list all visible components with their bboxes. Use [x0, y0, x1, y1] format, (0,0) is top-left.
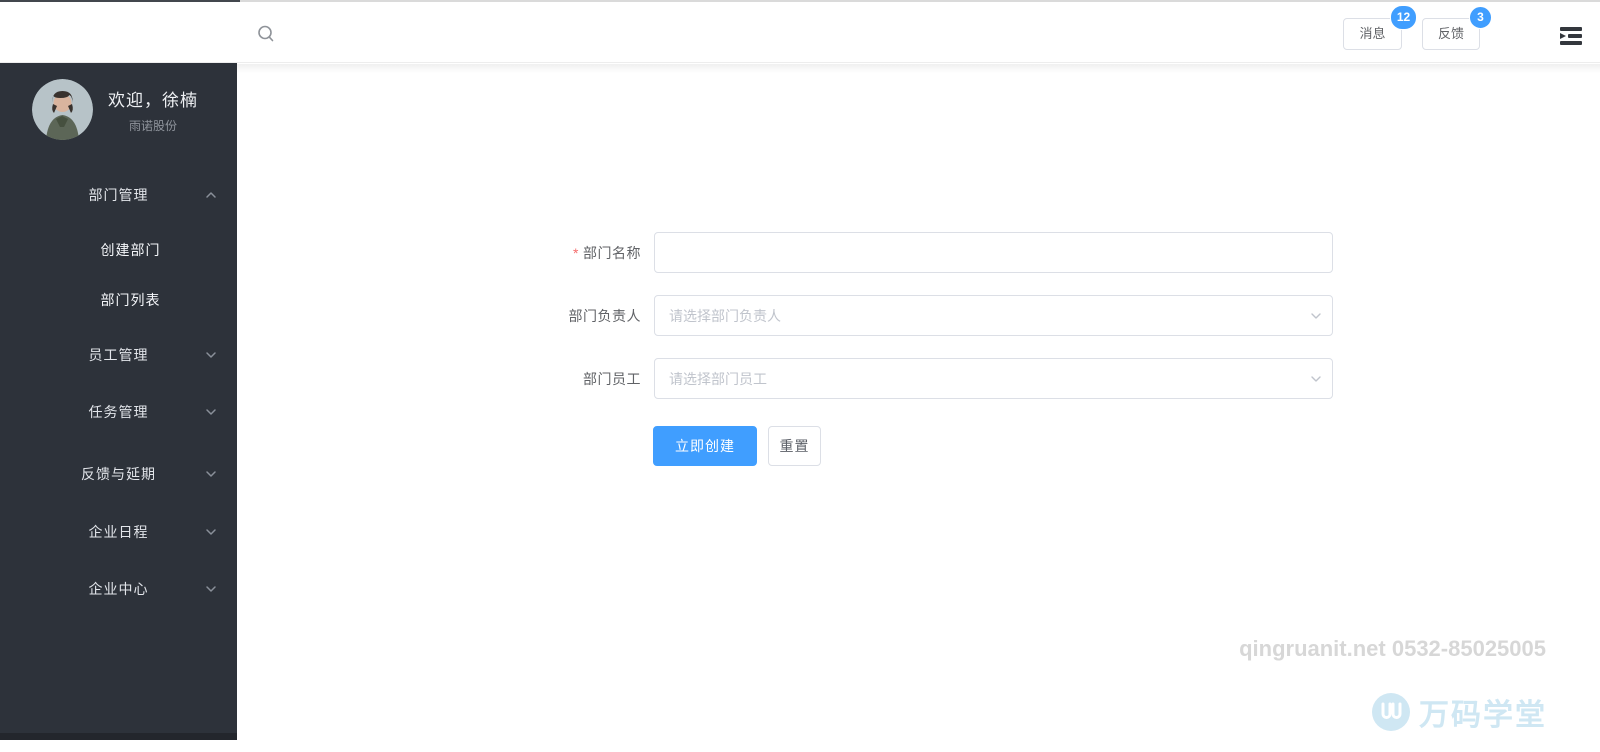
sidebar-item-task-management[interactable]: 任务管理 [0, 392, 237, 432]
required-mark: * [573, 244, 579, 261]
welcome-text: 欢迎，徐楠 [108, 90, 198, 110]
watermark-text: qingruanit.net 0532-85025005 [1239, 636, 1546, 661]
sidebar-item-department-list[interactable]: 部门列表 [0, 280, 237, 320]
select-chevron-down-icon [1311, 313, 1321, 319]
chevron-down-icon [206, 409, 216, 415]
chevron-down-icon [206, 586, 216, 592]
department-staff-label: 部门员工 [583, 370, 641, 387]
reset-button[interactable]: 重置 [768, 426, 821, 466]
brand-logo-icon [1372, 693, 1410, 731]
brand-name: 万码学堂 [1419, 699, 1547, 732]
chevron-down-icon [206, 352, 216, 358]
menu-fold-icon[interactable] [1557, 26, 1585, 46]
company-name: 雨诺股份 [128, 118, 177, 133]
sidebar-item-create-department[interactable]: 创建部门 [0, 230, 237, 270]
feedback-badge: 3 [1469, 6, 1492, 29]
avatar [32, 79, 93, 140]
header-shadow [236, 64, 1600, 73]
sidebar-item-department-management[interactable]: 部门管理 [0, 175, 237, 215]
department-staff-select-input[interactable] [654, 358, 1333, 399]
department-head-select-input[interactable] [654, 295, 1333, 336]
sidebar: 欢迎，徐楠 雨诺股份 部门管理 创建部门 部门列表 员工管理 任务管理 反馈与延… [0, 63, 237, 733]
search-icon[interactable] [255, 23, 277, 45]
sidebar-bottom-strip [0, 733, 237, 740]
top-hairline [0, 0, 1600, 2]
chevron-down-icon [206, 529, 216, 535]
app-window: 消息 12 反馈 3 欢迎，徐楠 雨诺股份 部门管理 创建部门 部门列表 员工管… [0, 0, 1600, 752]
department-name-input[interactable] [654, 232, 1333, 273]
sidebar-item-feedback-delay[interactable]: 反馈与延期 [0, 454, 237, 494]
chevron-up-icon [206, 192, 216, 198]
user-profile: 欢迎，徐楠 雨诺股份 [32, 79, 198, 140]
messages-badge: 12 [1390, 5, 1417, 30]
top-hairline-dark-segment [0, 0, 240, 2]
department-name-label: * 部门名称 [573, 244, 641, 261]
sidebar-item-company-center[interactable]: 企业中心 [0, 569, 237, 609]
department-head-label: 部门负责人 [568, 307, 641, 324]
create-now-button[interactable]: 立即创建 [653, 426, 757, 466]
chevron-down-icon [206, 471, 216, 477]
brand-watermark: 万码学堂 [1371, 690, 1547, 734]
header: 消息 12 反馈 3 [0, 0, 1600, 63]
sidebar-item-company-schedule[interactable]: 企业日程 [0, 512, 237, 552]
department-staff-select[interactable] [654, 358, 1333, 399]
select-chevron-down-icon [1311, 376, 1321, 382]
sidebar-item-employee-management[interactable]: 员工管理 [0, 335, 237, 375]
department-head-select[interactable] [654, 295, 1333, 336]
